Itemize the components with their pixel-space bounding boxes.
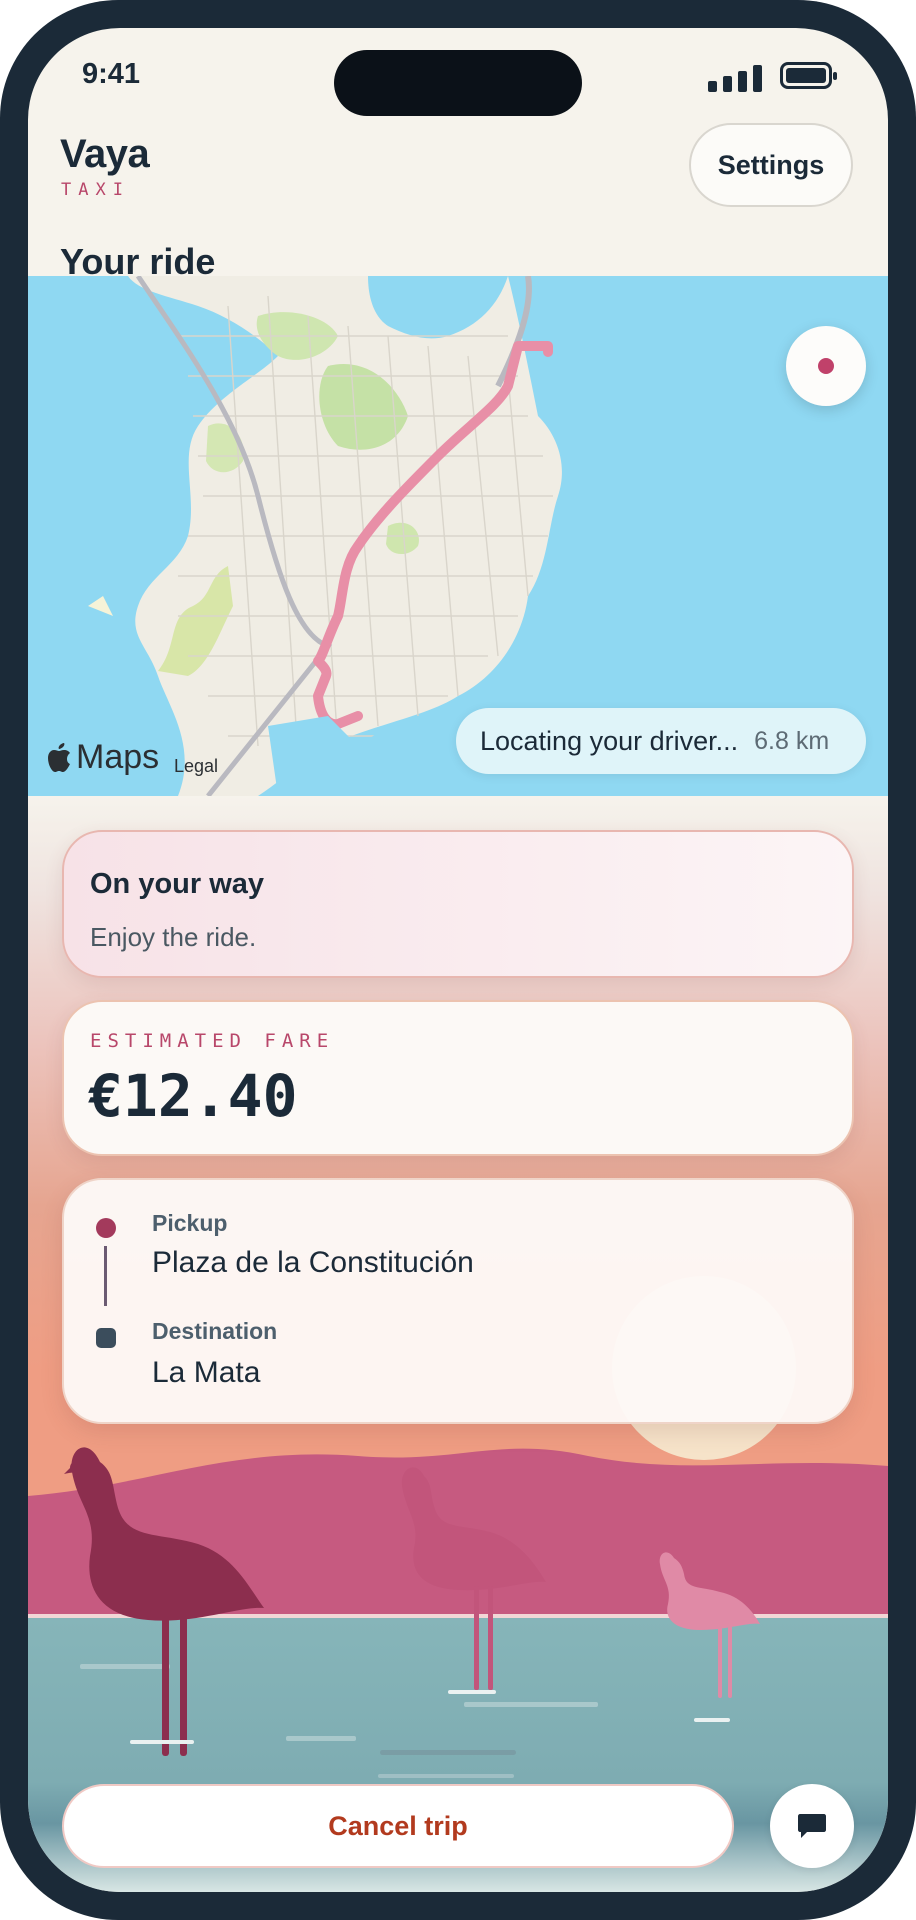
status-heading: On your way <box>90 868 265 900</box>
maps-attribution[interactable]: Maps <box>46 738 159 777</box>
pickup-label: Pickup <box>152 1210 228 1236</box>
driver-status-pill: Locating your driver... 6.8 km <box>456 708 866 774</box>
pickup-address: Plaza de la Constitución <box>152 1246 474 1279</box>
maps-wordmark: Maps <box>76 738 160 776</box>
location-dot-icon <box>818 358 834 374</box>
battery-icon <box>780 62 837 89</box>
dynamic-island <box>334 50 582 116</box>
distance-text: 6.8 km <box>754 726 830 755</box>
sheet-handle[interactable] <box>380 1750 516 1755</box>
signal-icon <box>708 64 766 92</box>
pickup-marker-icon <box>96 1218 116 1238</box>
fare-value: €12.40 <box>88 1062 298 1130</box>
chat-icon <box>798 1814 826 1838</box>
destination-address: La Mata <box>152 1356 261 1389</box>
route-card: Pickup Plaza de la Constitución Destinat… <box>62 1178 854 1424</box>
brand-subtitle: TAXI <box>61 180 130 200</box>
device-frame: 9:41 Vaya TAXI Settings Your ride Maps L… <box>0 0 916 1920</box>
settings-button[interactable]: Settings <box>689 123 853 207</box>
destination-label: Destination <box>152 1318 278 1344</box>
app-screen: 9:41 Vaya TAXI Settings Your ride Maps L… <box>28 28 888 1892</box>
cancel-trip-button[interactable]: Cancel trip <box>62 1784 734 1868</box>
ride-status-card: On your way Enjoy the ride. <box>62 830 854 978</box>
route-connector <box>104 1246 107 1306</box>
status-subtext: Enjoy the ride. <box>90 922 257 952</box>
locating-text: Locating your driver... <box>480 725 739 756</box>
status-time: 9:41 <box>82 58 141 90</box>
chat-button[interactable] <box>770 1784 854 1868</box>
maps-legal-link[interactable]: Legal <box>174 756 218 777</box>
fare-label: ESTIMATED FARE <box>90 1030 335 1052</box>
recenter-button[interactable] <box>786 326 866 406</box>
apple-logo-icon <box>48 742 70 772</box>
destination-marker-icon <box>96 1328 116 1348</box>
brand-name: Vaya <box>60 132 150 176</box>
fare-card: ESTIMATED FARE €12.40 <box>62 1000 854 1156</box>
